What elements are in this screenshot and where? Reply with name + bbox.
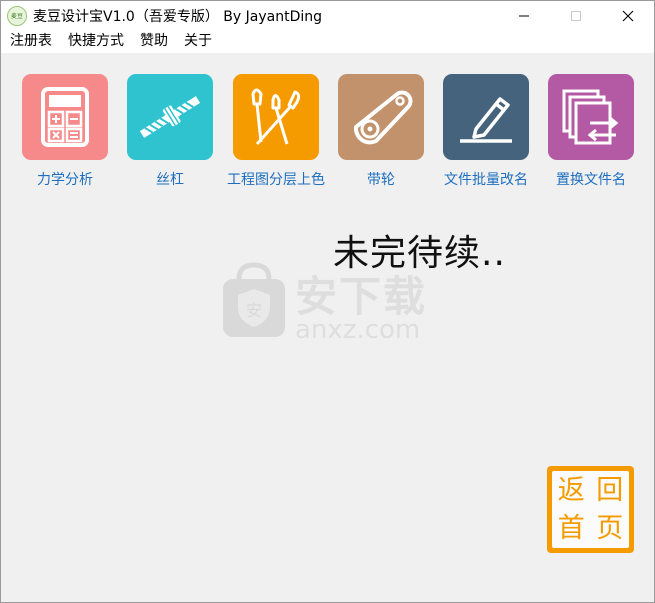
window-controls: [498, 1, 654, 30]
menu-item-sponsor[interactable]: 赞助: [132, 30, 176, 53]
minimize-icon: [519, 15, 529, 16]
watermark: 安 安下载 anxz.com: [219, 261, 439, 345]
tool-mechanics[interactable]: 力学分析: [10, 74, 120, 189]
tool-label-leadscrew[interactable]: 丝杠: [115, 169, 225, 189]
pencil-icon: [460, 97, 512, 143]
tool-tile-leadscrew[interactable]: [127, 74, 213, 160]
app-logo-label: 麦豆: [10, 13, 23, 20]
tool-swap-filename[interactable]: 置换文件名: [536, 74, 646, 189]
screw-icon: [139, 96, 201, 138]
tool-tile-mechanics[interactable]: [22, 74, 108, 160]
minimize-button[interactable]: [498, 1, 550, 30]
tool-tile-drawing-color[interactable]: [233, 74, 319, 160]
watermark-sub: anxz.com: [295, 315, 421, 345]
tool-tile-batch-rename[interactable]: [443, 74, 529, 160]
close-button[interactable]: [602, 1, 654, 30]
tool-label-pulley[interactable]: 带轮: [326, 169, 436, 189]
tool-label-drawing-color[interactable]: 工程图分层上色: [221, 169, 331, 189]
tool-drawing-color[interactable]: 工程图分层上色: [221, 74, 331, 189]
menu-bar: 注册表 快捷方式 赞助 关于: [1, 30, 654, 53]
app-logo-icon: 麦豆: [7, 5, 27, 26]
window-title: 麦豆设计宝V1.0（吾爱专版） By JayantDing: [33, 8, 322, 25]
belt-pulley-icon: [353, 90, 413, 145]
file-swap-icon: [562, 89, 619, 145]
home-char-2: 回: [596, 474, 624, 506]
home-char-3: 首: [557, 513, 585, 545]
tool-label-batch-rename[interactable]: 文件批量改名: [431, 169, 541, 189]
tool-tile-swap-filename[interactable]: [548, 74, 634, 160]
tool-label-mechanics[interactable]: 力学分析: [10, 169, 120, 189]
title-bar: 麦豆 麦豆设计宝V1.0（吾爱专版） By JayantDing: [1, 1, 654, 30]
close-icon: [622, 10, 634, 21]
tool-leadscrew[interactable]: 丝杠: [115, 74, 225, 189]
tool-pulley[interactable]: 带轮: [326, 74, 436, 189]
home-char-4: 页: [596, 513, 624, 545]
home-char-1: 返: [557, 474, 585, 506]
menu-item-registry[interactable]: 注册表: [1, 30, 60, 53]
main-content: 力学分析 丝杠 工程图分层上色 带轮 文件批量改名 置换文件名 未完待续.. 安…: [1, 53, 654, 602]
tool-batch-rename[interactable]: 文件批量改名: [431, 74, 541, 189]
watermark-badge: 安: [246, 301, 262, 320]
brushes-icon: [251, 88, 301, 146]
back-home-inner[interactable]: 返 回 首 页: [552, 471, 629, 548]
maximize-icon: [571, 10, 581, 21]
tool-label-swap-filename[interactable]: 置换文件名: [536, 169, 646, 189]
menu-item-about[interactable]: 关于: [176, 30, 220, 53]
calculator-icon: [41, 87, 89, 147]
shield-bag-icon: 安: [223, 262, 285, 337]
back-home-button[interactable]: 返 回 首 页: [547, 466, 634, 553]
tool-tile-pulley[interactable]: [338, 74, 424, 160]
menu-item-shortcut[interactable]: 快捷方式: [60, 30, 132, 53]
maximize-button[interactable]: [550, 1, 602, 30]
